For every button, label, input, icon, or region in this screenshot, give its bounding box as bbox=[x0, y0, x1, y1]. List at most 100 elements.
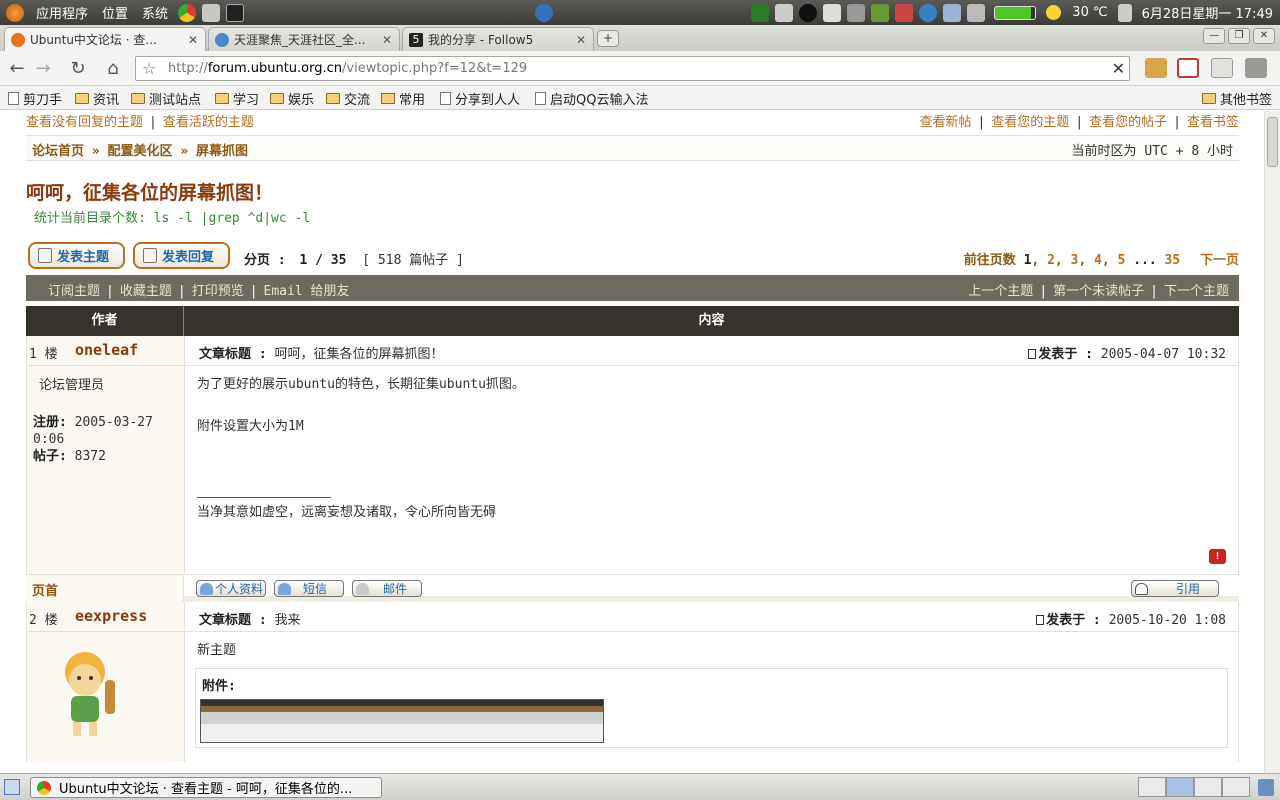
workspace-4[interactable] bbox=[1222, 777, 1250, 797]
lock-icon[interactable] bbox=[775, 3, 794, 22]
next-topic-link[interactable]: 下一个主题 bbox=[1164, 284, 1229, 299]
pm-button[interactable]: 短信 bbox=[274, 580, 344, 597]
minimize-button[interactable]: — bbox=[1203, 28, 1225, 44]
first-unread-link[interactable]: 第一个未读帖子 bbox=[1053, 284, 1144, 299]
home-folder-launcher-icon[interactable] bbox=[202, 3, 221, 22]
page-scrollbar[interactable] bbox=[1264, 111, 1280, 773]
home-button[interactable]: ⌂ bbox=[101, 57, 125, 81]
weather-temperature[interactable]: 30 ℃ bbox=[1065, 5, 1114, 20]
reload-button[interactable]: ↻ bbox=[66, 57, 90, 81]
email-friend-link[interactable]: Email 给朋友 bbox=[264, 284, 350, 299]
post-link-icon[interactable] bbox=[1028, 349, 1037, 359]
breadcrumb-screenshots[interactable]: 屏幕抓图 bbox=[196, 144, 248, 159]
tab-ubuntu-forum[interactable]: Ubuntu中文论坛 · 查... ✕ bbox=[4, 27, 206, 51]
new-tab-button[interactable]: + bbox=[597, 30, 619, 47]
previous-topic-link[interactable]: 上一个主题 bbox=[968, 284, 1033, 299]
workspace-3[interactable] bbox=[1194, 777, 1222, 797]
breadcrumb-config-section[interactable]: 配置美化区 bbox=[108, 144, 173, 159]
tab-tianya[interactable]: 天涯聚焦_天涯社区_全... ✕ bbox=[208, 27, 400, 51]
clock[interactable]: 6月28日星期一 17:49 bbox=[1135, 3, 1280, 22]
show-desktop-icon[interactable] bbox=[4, 779, 20, 795]
report-post-icon[interactable]: ! bbox=[1209, 549, 1226, 564]
close-window-button[interactable]: ✕ bbox=[1253, 28, 1275, 44]
profile-button[interactable]: 个人资料 bbox=[196, 580, 266, 597]
bookmark-folder[interactable]: 测试站点 bbox=[131, 89, 201, 108]
quote-button[interactable]: 引用 bbox=[1131, 580, 1219, 597]
page-link[interactable]: 3 bbox=[1071, 253, 1079, 268]
bookmark-item[interactable]: 剪刀手 bbox=[8, 89, 62, 108]
link-your-posts[interactable]: 查看您的帖子 bbox=[1089, 115, 1167, 130]
ubuntu-logo-icon[interactable] bbox=[6, 3, 24, 22]
trash-icon[interactable] bbox=[1258, 779, 1274, 796]
menu-places[interactable]: 位置 bbox=[95, 3, 135, 22]
post-link-icon[interactable] bbox=[1036, 615, 1045, 625]
back-to-top-link[interactable]: 页首 bbox=[32, 580, 58, 599]
back-button[interactable]: ← bbox=[5, 57, 29, 81]
stop-loading-icon[interactable]: ✕ bbox=[1112, 59, 1125, 78]
menu-applications[interactable]: 应用程序 bbox=[29, 3, 95, 22]
qq-penguin-icon[interactable] bbox=[799, 3, 818, 22]
books-icon[interactable] bbox=[871, 3, 890, 22]
package-icon[interactable] bbox=[895, 3, 914, 22]
update-icon[interactable] bbox=[919, 3, 938, 22]
link-unanswered-topics[interactable]: 查看没有回复的主题 bbox=[26, 115, 143, 130]
tab-follow5[interactable]: 5 我的分享 - Follow5 ✕ bbox=[402, 27, 594, 51]
workspace-1[interactable] bbox=[1138, 777, 1166, 797]
author-info: 注册: 2005-03-27 0:06 帖子: 8372 bbox=[33, 414, 184, 465]
close-tab-icon[interactable]: ✕ bbox=[382, 33, 392, 47]
goto-page-label[interactable]: 前往页数 bbox=[964, 253, 1016, 268]
other-bookmarks-folder[interactable]: 其他书签 bbox=[1202, 89, 1272, 108]
address-bar[interactable]: ☆ http://forum.ubuntu.org.cn/viewtopic.p… bbox=[135, 56, 1130, 81]
taskbar-window-button[interactable]: Ubuntu中文论坛 · 查看主题 - 呵呵，征集各位的... bbox=[30, 777, 382, 798]
extension-icon[interactable] bbox=[1145, 58, 1167, 78]
network-manager-icon[interactable] bbox=[943, 3, 962, 22]
weather-sun-icon[interactable] bbox=[1046, 5, 1062, 20]
bookmark-folder[interactable]: 学习 bbox=[215, 89, 259, 108]
system-monitor-icon[interactable] bbox=[751, 3, 770, 22]
gmail-icon[interactable] bbox=[1177, 58, 1199, 78]
chrome-launcher-icon[interactable] bbox=[178, 3, 197, 22]
next-page-link[interactable]: 下一页 bbox=[1200, 253, 1239, 268]
post-reply-button[interactable]: 发表回复 bbox=[133, 242, 230, 269]
keyboard-icon[interactable] bbox=[967, 3, 986, 22]
attachment-thumbnail[interactable] bbox=[200, 699, 604, 743]
bookmark-item[interactable]: 启动QQ云输入法 bbox=[535, 89, 648, 108]
print-preview-link[interactable]: 打印预览 bbox=[192, 284, 244, 299]
bookmark-topic-link[interactable]: 收藏主题 bbox=[120, 284, 172, 299]
wrench-menu-icon[interactable] bbox=[1245, 58, 1267, 78]
bookmark-folder[interactable]: 常用 bbox=[381, 89, 425, 108]
terminal-launcher-icon[interactable] bbox=[226, 3, 245, 22]
link-bookmarks[interactable]: 查看书签 bbox=[1187, 115, 1239, 130]
link-new-posts[interactable]: 查看新帖 bbox=[919, 115, 971, 130]
topic-title[interactable]: 呵呵，征集各位的屏幕抓图！ bbox=[26, 178, 273, 205]
page-link[interactable]: 2 bbox=[1047, 253, 1055, 268]
page-menu-icon[interactable] bbox=[1211, 58, 1233, 78]
calculator-icon[interactable] bbox=[847, 3, 866, 22]
bookmark-folder[interactable]: 娱乐 bbox=[270, 89, 314, 108]
post-author-name[interactable]: oneleaf bbox=[75, 341, 138, 359]
page-link-last[interactable]: 35 bbox=[1165, 253, 1181, 268]
maximize-button[interactable]: ❐ bbox=[1228, 28, 1250, 44]
bookmark-folder[interactable]: 交流 bbox=[326, 89, 370, 108]
close-tab-icon[interactable]: ✕ bbox=[576, 33, 586, 47]
subscribe-topic-link[interactable]: 订阅主题 bbox=[48, 284, 100, 299]
workspace-2[interactable] bbox=[1166, 777, 1194, 797]
download-icon[interactable] bbox=[823, 3, 842, 22]
bookmark-folder[interactable]: 资讯 bbox=[75, 89, 119, 108]
menu-system[interactable]: 系统 bbox=[135, 3, 175, 22]
battery-icon[interactable] bbox=[994, 5, 1037, 20]
bookmark-star-icon[interactable]: ☆ bbox=[142, 59, 156, 78]
page-link[interactable]: 4 bbox=[1094, 253, 1102, 268]
link-active-topics[interactable]: 查看活跃的主题 bbox=[163, 115, 254, 130]
page-link[interactable]: 5 bbox=[1118, 253, 1126, 268]
post-author-name[interactable]: eexpress bbox=[75, 607, 147, 625]
bookmark-item[interactable]: 分享到人人 bbox=[440, 89, 520, 108]
email-button[interactable]: 邮件 bbox=[352, 580, 422, 597]
new-topic-button[interactable]: 发表主题 bbox=[28, 242, 125, 269]
scrollbar-thumb[interactable] bbox=[1267, 117, 1278, 167]
link-your-topics[interactable]: 查看您的主题 bbox=[991, 115, 1069, 130]
volume-icon[interactable] bbox=[1117, 3, 1132, 22]
breadcrumb-forum-index[interactable]: 论坛首页 bbox=[32, 144, 84, 159]
forward-button[interactable]: → bbox=[31, 57, 55, 81]
close-tab-icon[interactable]: ✕ bbox=[188, 33, 198, 47]
